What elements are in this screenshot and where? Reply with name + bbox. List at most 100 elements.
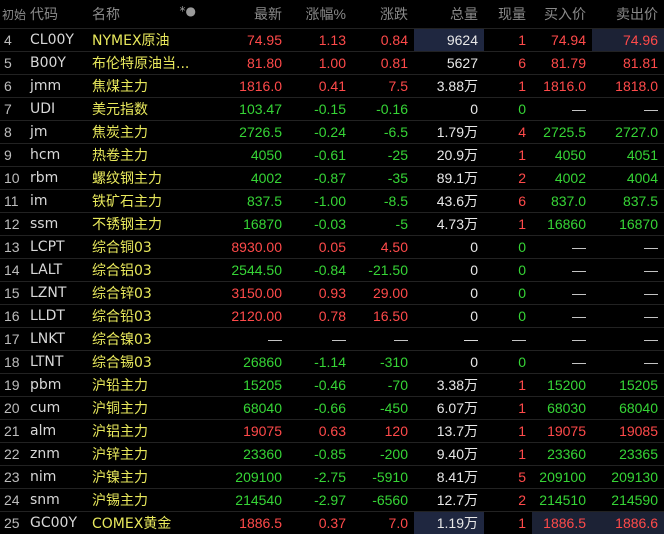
row-volume: 1.19万 [414,512,484,534]
table-row[interactable]: 21alm沪铝主力190750.6312013.7万11907519085 [0,420,664,443]
row-latest-price: — [200,328,288,351]
column-header-latest[interactable]: 最新 [200,0,288,29]
row-ask-price: — [592,98,664,121]
row-ask-price: — [592,282,664,305]
row-name: 螺纹钢主力 [86,167,200,190]
row-bid-price: 1886.5 [532,512,592,534]
row-change: -5 [352,213,414,236]
row-ask-price: 15205 [592,374,664,397]
table-row[interactable]: 24snm沪锡主力214540-2.97-656012.7万2214510214… [0,489,664,512]
table-row[interactable]: 6jmm焦煤主力1816.00.417.53.88万11816.01818.0 [0,75,664,98]
row-code: nim [26,466,86,489]
column-header-ask[interactable]: 卖出价 [592,0,664,29]
row-bid-price: — [532,98,592,121]
column-header-current-volume[interactable]: 现量 [484,0,532,29]
column-header-code[interactable]: 代码 [26,0,86,29]
table-row[interactable]: 25GC00YCOMEX黄金1886.50.377.01.19万11886.51… [0,512,664,534]
row-bid-price: 81.79 [532,52,592,75]
row-latest-price: 16870 [200,213,288,236]
row-bid-price: — [532,328,592,351]
table-row[interactable]: 16LLDT综合铅032120.000.7816.5000—— [0,305,664,328]
row-code: LTNT [26,351,86,374]
row-index: 19 [0,374,26,397]
row-ask-price: — [592,351,664,374]
row-ask-price: 4004 [592,167,664,190]
row-name: 沪铅主力 [86,374,200,397]
row-code: pbm [26,374,86,397]
table-row[interactable]: 17LNKT综合镍03——————— [0,328,664,351]
table-row[interactable]: 10rbm螺纹钢主力4002-0.87-3589.1万240024004 [0,167,664,190]
row-name: NYMEX原油 [86,29,200,52]
table-row[interactable]: 12ssm不锈钢主力16870-0.03-54.73万11686016870 [0,213,664,236]
row-index: 7 [0,98,26,121]
table-row[interactable]: 14LALT综合铝032544.50-0.84-21.5000—— [0,259,664,282]
row-ask-price: 74.96 [592,29,664,52]
row-name: 综合铝03 [86,259,200,282]
row-ask-price: 2727.0 [592,121,664,144]
row-volume: 0 [414,282,484,305]
row-name: 沪铝主力 [86,420,200,443]
row-change-pct: -1.00 [288,190,352,213]
column-header-name[interactable]: 名称 *● [86,0,200,29]
row-name: 铁矿石主力 [86,190,200,213]
row-change-pct: 0.93 [288,282,352,305]
row-latest-price: 2120.00 [200,305,288,328]
row-bid-price: — [532,282,592,305]
favorite-marker-icon[interactable]: *● [180,4,196,18]
table-row[interactable]: 4CL00YNYMEX原油74.951.130.849624174.9474.9… [0,29,664,52]
row-current-volume: 2 [484,167,532,190]
column-header-change[interactable]: 涨跌 [352,0,414,29]
row-latest-price: 15205 [200,374,288,397]
row-name: 沪镍主力 [86,466,200,489]
row-latest-price: 2726.5 [200,121,288,144]
row-change-pct: -2.75 [288,466,352,489]
column-header-bid[interactable]: 买入价 [532,0,592,29]
row-code: jmm [26,75,86,98]
row-change: — [352,328,414,351]
row-index: 9 [0,144,26,167]
row-current-volume: 1 [484,75,532,98]
table-row[interactable]: 20cum沪铜主力68040-0.66-4506.07万16803068040 [0,397,664,420]
column-header-volume[interactable]: 总量 [414,0,484,29]
row-ask-price: 23365 [592,443,664,466]
row-volume: 0 [414,236,484,259]
row-bid-price: — [532,351,592,374]
row-latest-price: 1816.0 [200,75,288,98]
row-change-pct: -0.87 [288,167,352,190]
table-row[interactable]: 7UDI美元指数103.47-0.15-0.1600—— [0,98,664,121]
row-index: 14 [0,259,26,282]
row-bid-price: 4002 [532,167,592,190]
column-header-index[interactable]: 初始 [0,0,26,29]
row-index: 25 [0,512,26,534]
row-change-pct: 0.63 [288,420,352,443]
table-row[interactable]: 18LTNT综合锡0326860-1.14-31000—— [0,351,664,374]
row-index: 10 [0,167,26,190]
row-current-volume: 5 [484,466,532,489]
table-row[interactable]: 11im铁矿石主力837.5-1.00-8.543.6万6837.0837.5 [0,190,664,213]
row-change: -200 [352,443,414,466]
table-row[interactable]: 5B00Y布伦特原油当...81.801.000.815627681.7981.… [0,52,664,75]
row-name: 综合镍03 [86,328,200,351]
row-code: LNKT [26,328,86,351]
row-ask-price: 1818.0 [592,75,664,98]
column-header-change-pct[interactable]: 涨幅% [288,0,352,29]
row-change: 4.50 [352,236,414,259]
table-row[interactable]: 15LZNT综合锌033150.000.9329.0000—— [0,282,664,305]
row-bid-price: 1816.0 [532,75,592,98]
row-name: 热卷主力 [86,144,200,167]
table-row[interactable]: 13LCPT综合铜038930.000.054.5000—— [0,236,664,259]
row-ask-price: — [592,328,664,351]
row-ask-price: 209130 [592,466,664,489]
row-code: LCPT [26,236,86,259]
table-row[interactable]: 19pbm沪铅主力15205-0.46-703.38万11520015205 [0,374,664,397]
table-row[interactable]: 8jm焦炭主力2726.5-0.24-6.51.79万42725.52727.0 [0,121,664,144]
row-latest-price: 837.5 [200,190,288,213]
row-change: 16.50 [352,305,414,328]
table-row[interactable]: 9hcm热卷主力4050-0.61-2520.9万140504051 [0,144,664,167]
row-current-volume: 0 [484,351,532,374]
row-bid-price: 4050 [532,144,592,167]
row-change-pct: -0.15 [288,98,352,121]
table-row[interactable]: 22znm沪锌主力23360-0.85-2009.40万12336023365 [0,443,664,466]
table-row[interactable]: 23nim沪镍主力209100-2.75-59108.41万5209100209… [0,466,664,489]
row-ask-price: 837.5 [592,190,664,213]
